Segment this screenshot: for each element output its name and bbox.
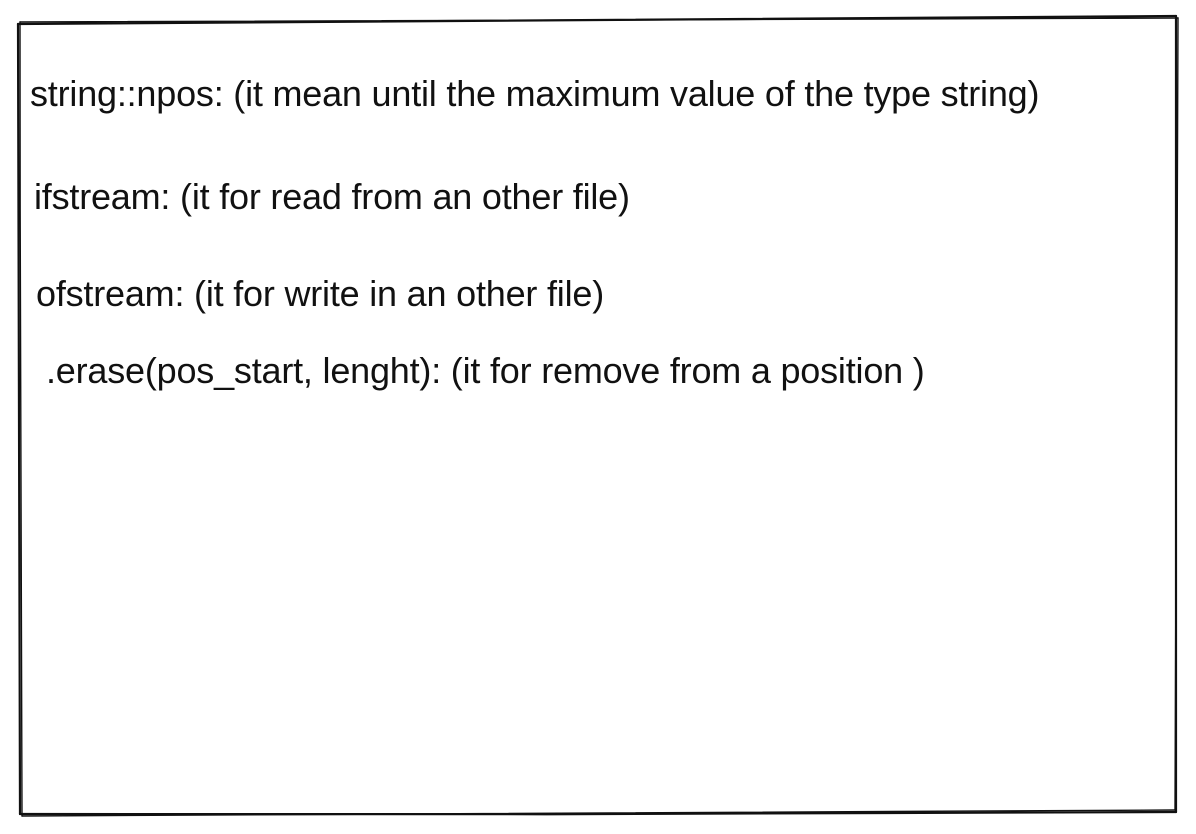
note-ofstream: ofstream: (it for write in an other file… bbox=[36, 273, 604, 314]
note-npos: string::npos: (it mean until the maximum… bbox=[30, 73, 1040, 114]
notes-box: string::npos: (it mean until the maximum… bbox=[0, 0, 1196, 834]
note-erase: .erase(pos_start, lenght): (it for remov… bbox=[46, 350, 925, 391]
note-ifstream: ifstream: (it for read from an other fil… bbox=[34, 176, 630, 217]
